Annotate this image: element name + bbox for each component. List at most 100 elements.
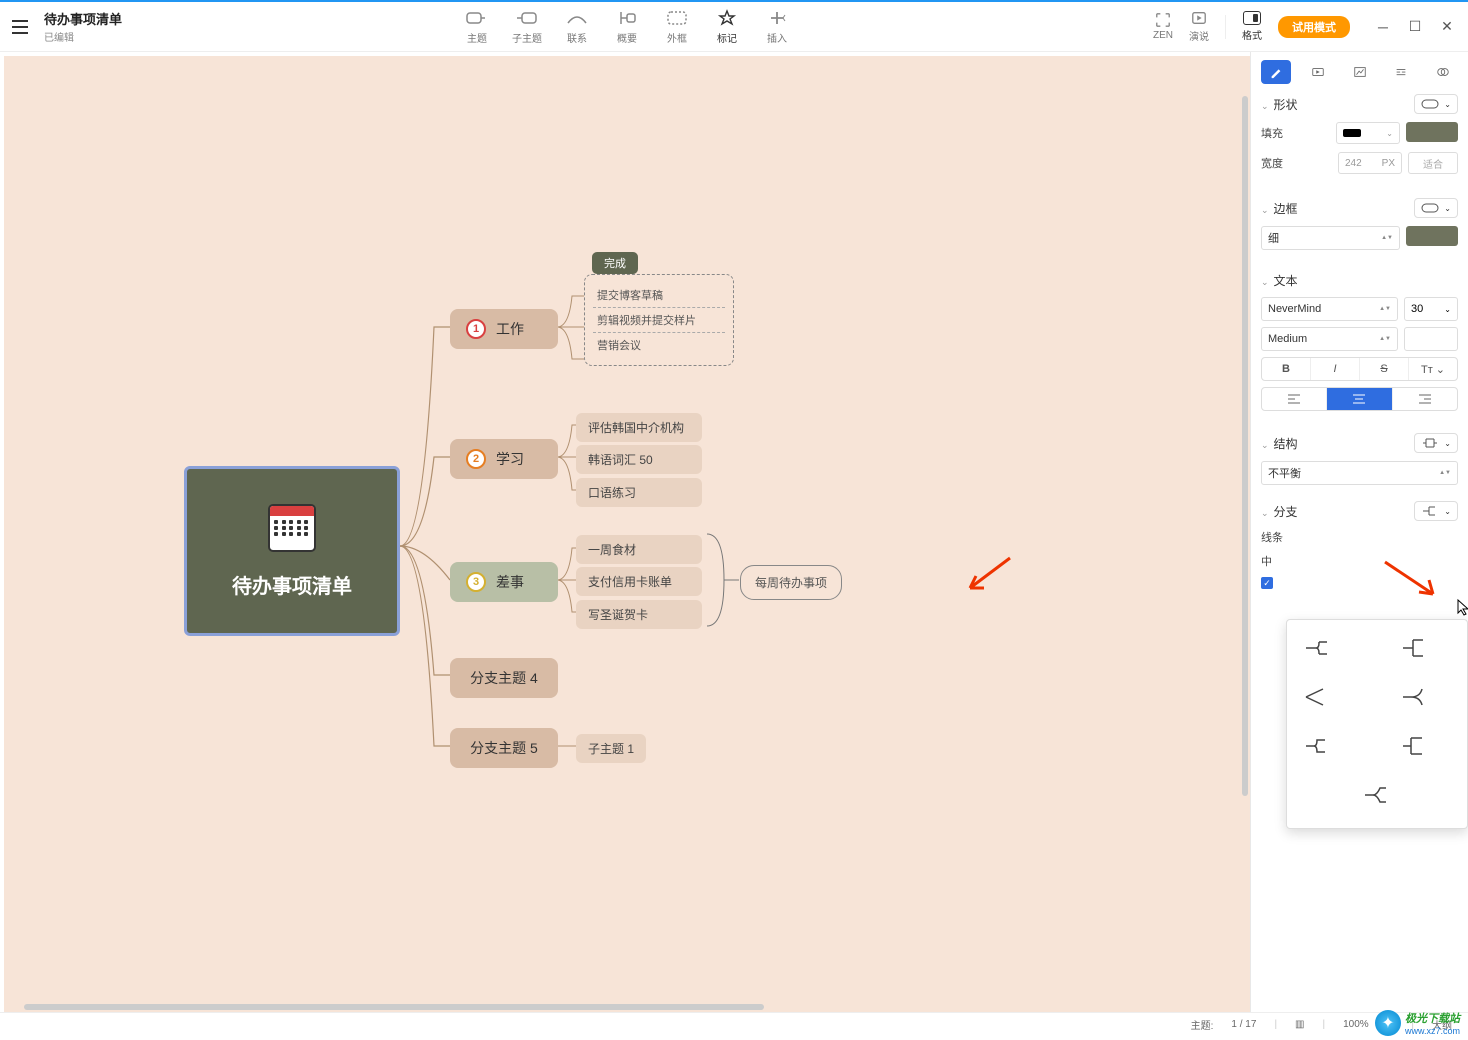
sub-study-0[interactable]: 评估韩国中介机构: [576, 413, 702, 442]
text-title: 文本: [1274, 274, 1298, 288]
sub-errand-1[interactable]: 支付信用卡账单: [576, 567, 702, 596]
toolbar-insert[interactable]: 插入: [752, 9, 802, 45]
done-tag[interactable]: 完成: [592, 252, 638, 274]
zen-button[interactable]: ZEN: [1153, 12, 1173, 41]
sub-study-2[interactable]: 口语练习: [576, 478, 702, 507]
mid-label: 中: [1261, 553, 1272, 569]
branch-opt-5[interactable]: [1303, 734, 1355, 763]
font-weight-select[interactable]: Medium▲▼: [1261, 327, 1398, 351]
boundary-work[interactable]: 提交博客草稿 剪辑视频并提交样片 营销会议: [584, 274, 734, 366]
align-right[interactable]: [1393, 388, 1457, 410]
main-toolbar: 主题 子主题 联系 概要 外框 标记 插入: [452, 9, 802, 45]
toolbar-boundary[interactable]: 外框: [652, 9, 702, 45]
h-scrollbar[interactable]: [24, 1004, 764, 1010]
branch-work[interactable]: 1工作: [450, 309, 558, 349]
status-zoom[interactable]: 100%: [1343, 1019, 1369, 1030]
bold-button[interactable]: B: [1262, 358, 1311, 380]
branch-opt-3[interactable]: [1303, 685, 1355, 714]
sub-work-0[interactable]: 提交博客草稿: [593, 283, 725, 308]
sub-study-1[interactable]: 韩语词汇 50: [576, 445, 702, 474]
map-icon[interactable]: ▥: [1295, 1019, 1304, 1030]
canvas[interactable]: 待办事项清单 1工作 完成 提交博客草稿 剪辑视频并提交样片 营销会议 2学习 …: [4, 56, 1250, 1012]
format-panel: ⌄形状 ⌄ 填充 ⌄ 宽度 242PX适合 ⌄边框 ⌄ 细▲▼ ⌄文本 Neve…: [1250, 52, 1468, 1012]
font-select[interactable]: NeverMind▲▼: [1261, 297, 1398, 321]
branch-opt-1[interactable]: [1303, 636, 1355, 665]
watermark-logo-icon: ✦: [1375, 1010, 1401, 1036]
marker-2-icon: 2: [466, 449, 486, 469]
toolbar-subtopic[interactable]: 子主题: [502, 9, 552, 45]
central-topic[interactable]: 待办事项清单: [184, 466, 400, 636]
toolbar-marker[interactable]: 标记: [702, 9, 752, 45]
shape-title: 形状: [1274, 98, 1298, 112]
textcase-button[interactable]: Tᴛ ⌄: [1409, 358, 1457, 380]
border-color[interactable]: [1406, 226, 1458, 246]
branch-opt-6[interactable]: [1400, 734, 1452, 763]
fit-button[interactable]: 适合: [1408, 152, 1458, 174]
calendar-icon: [268, 504, 316, 552]
hamburger-icon[interactable]: [8, 14, 34, 40]
branch-title: 分支: [1274, 505, 1298, 519]
toolbar-summary[interactable]: 概要: [602, 9, 652, 45]
italic-button[interactable]: I: [1311, 358, 1360, 380]
sub-errand-0[interactable]: 一周食材: [576, 535, 702, 564]
width-input[interactable]: 242PX: [1338, 152, 1402, 174]
branch-study[interactable]: 2学习: [450, 439, 558, 479]
branch-4[interactable]: 分支主题 4: [450, 658, 558, 698]
font-size[interactable]: 30⌄: [1404, 297, 1458, 321]
branch-opt-7[interactable]: [1362, 783, 1392, 812]
annotation-arrow-1: [962, 556, 1012, 596]
branch-checkbox[interactable]: ✓: [1261, 577, 1273, 589]
align-left[interactable]: [1262, 388, 1327, 410]
panel-tab-2[interactable]: [1303, 60, 1333, 84]
branch-errand[interactable]: 3差事: [450, 562, 558, 602]
trial-badge[interactable]: 试用模式: [1278, 16, 1350, 38]
format-button[interactable]: 格式: [1242, 11, 1262, 42]
sub-work-1[interactable]: 剪辑视频并提交样片: [593, 308, 725, 333]
align-center[interactable]: [1327, 388, 1392, 410]
structure-title: 结构: [1274, 437, 1298, 451]
branch-style-select[interactable]: ⌄: [1414, 501, 1458, 521]
sub-errand-2[interactable]: 写圣诞贺卡: [576, 600, 702, 629]
fill-label: 填充: [1261, 125, 1283, 141]
width-label: 宽度: [1261, 155, 1283, 171]
strike-button[interactable]: S: [1360, 358, 1409, 380]
branch-opt-2[interactable]: [1400, 636, 1452, 665]
toolbar-topic[interactable]: 主题: [452, 9, 502, 45]
panel-tab-style[interactable]: [1261, 60, 1291, 84]
border-shape-select[interactable]: ⌄: [1414, 198, 1458, 218]
marker-3-icon: 3: [466, 572, 486, 592]
close-button[interactable]: ✕: [1440, 20, 1454, 34]
border-weight-select[interactable]: 细▲▼: [1261, 226, 1400, 250]
structure-select[interactable]: ⌄: [1414, 433, 1458, 453]
summary-callout[interactable]: 每周待办事项: [740, 565, 842, 600]
fill-color[interactable]: [1406, 122, 1458, 142]
sub-branch5-0[interactable]: 子主题 1: [576, 734, 646, 763]
shape-select[interactable]: ⌄: [1414, 94, 1458, 114]
cursor-icon: [1456, 598, 1468, 621]
border-title: 边框: [1274, 202, 1298, 216]
watermark: ✦ 极光下载站www.xz7.com: [1375, 1010, 1460, 1036]
file-subtitle: 已编辑: [44, 29, 122, 44]
toolbar-relation[interactable]: 联系: [552, 9, 602, 45]
branch-5[interactable]: 分支主题 5: [450, 728, 558, 768]
file-title: 待办事项清单: [44, 9, 122, 28]
branch-opt-4[interactable]: [1400, 685, 1452, 714]
present-button[interactable]: 演说: [1189, 10, 1209, 43]
marker-1-icon: 1: [466, 319, 486, 339]
status-topic-label: 主题:: [1191, 1017, 1214, 1032]
status-topic: 1 / 17: [1231, 1019, 1256, 1030]
v-scrollbar[interactable]: [1242, 96, 1248, 796]
fill-style-select[interactable]: ⌄: [1336, 122, 1400, 144]
sub-work-2[interactable]: 营销会议: [593, 333, 725, 357]
font-color[interactable]: [1404, 327, 1458, 351]
topbar: 待办事项清单 已编辑 主题 子主题 联系 概要 外框 标记 插入 ZEN 演说 …: [0, 2, 1468, 52]
panel-tab-5[interactable]: [1428, 60, 1458, 84]
panel-tab-3[interactable]: [1345, 60, 1375, 84]
line-label: 线条: [1261, 529, 1283, 545]
maximize-button[interactable]: ☐: [1408, 20, 1422, 34]
minimize-button[interactable]: ─: [1376, 20, 1390, 34]
statusbar: 主题: 1 / 17 | ▥ | 100%⌄ | 大纲: [0, 1012, 1468, 1036]
branch-style-popup: [1286, 619, 1468, 829]
panel-tab-4[interactable]: [1386, 60, 1416, 84]
balance-select[interactable]: 不平衡▲▼: [1261, 461, 1458, 485]
